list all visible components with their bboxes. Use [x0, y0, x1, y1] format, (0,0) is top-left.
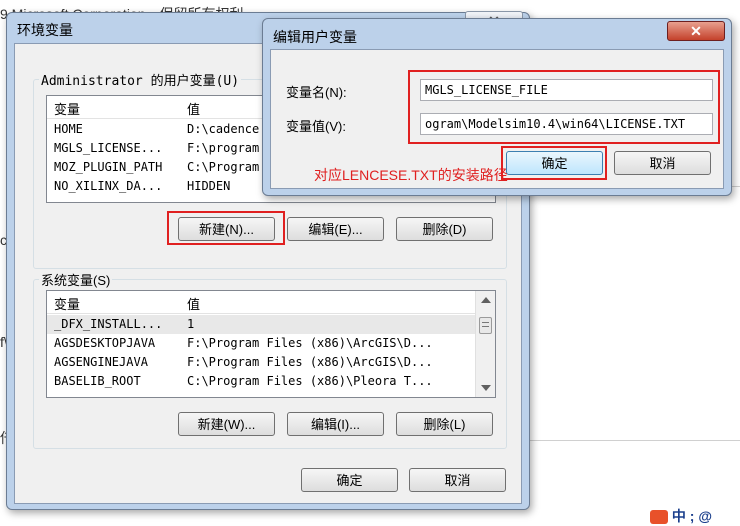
highlight-edit-ok-button [501, 146, 607, 180]
variable-name-label: 变量名(N): [286, 85, 347, 100]
variable-name: HOME [54, 122, 83, 136]
close-icon: ✕ [690, 23, 702, 39]
path-annotation: 对应LENCESE.TXT的安装路径 [314, 167, 508, 183]
list-item[interactable]: AGSENGINEJAVA F:\Program Files (x86)\ArcG… [47, 353, 495, 372]
system-list-scrollbar[interactable] [475, 291, 495, 397]
variable-value: C:\Program Files (x86)\Pleora T... [187, 374, 433, 388]
list-item[interactable]: BASELIB_ROOT C:\Program Files (x86)\Pleor… [47, 372, 495, 391]
system-delete-button[interactable]: 删除(L) [396, 412, 493, 436]
edit-dialog-title: 编辑用户变量 [273, 29, 357, 45]
highlight-user-new-button [167, 211, 285, 245]
variable-value: F:\program [187, 141, 260, 155]
taskbar-ime-indicator: 中 ; @ [650, 506, 712, 526]
env-ok-button[interactable]: 确定 [301, 468, 398, 492]
column-header-name[interactable]: 变量 [54, 99, 80, 118]
background-divider-2 [530, 440, 740, 441]
list-item[interactable]: _DFX_INSTALL... 1 [47, 315, 495, 334]
variable-name: _DFX_INSTALL... [54, 317, 163, 331]
variable-value: D:\cadence [187, 122, 260, 136]
sogou-logo-icon [650, 510, 668, 525]
variable-value: C:\Program [187, 160, 260, 174]
variable-name: AGSDESKTOPJAVA [54, 336, 156, 350]
scroll-grip-icon [482, 322, 489, 327]
variable-value: HIDDEN [187, 179, 231, 193]
scroll-thumb[interactable] [479, 317, 492, 334]
column-header-value[interactable]: 值 [187, 294, 200, 313]
scroll-up-arrow-icon[interactable] [481, 297, 491, 303]
system-new-button[interactable]: 新建(W)... [178, 412, 275, 436]
edit-close-button[interactable]: ✕ [667, 21, 725, 41]
column-header-value[interactable]: 值 [187, 99, 200, 118]
user-delete-button[interactable]: 删除(D) [396, 217, 493, 241]
env-cancel-button[interactable]: 取消 [409, 468, 506, 492]
system-variables-list[interactable]: 变量 值 _DFX_INSTALL... 1 AGSDESKTOPJAVA F:\Pr… [46, 290, 496, 398]
edit-user-variable-dialog: 编辑用户变量 ✕ 变量名(N): MGLS_LICENSE_FILE 变量值(V… [262, 18, 732, 196]
user-edit-button[interactable]: 编辑(E)... [287, 217, 384, 241]
list-item[interactable]: AGSDESKTOPJAVA F:\Program Files (x86)\Arc… [47, 334, 495, 353]
system-variables-label: 系统变量(S) [39, 270, 113, 289]
variable-name: BASELIB_ROOT [54, 374, 141, 388]
dialog-title: 环境变量 [17, 22, 73, 38]
variable-name: AGSENGINEJAVA [54, 355, 148, 369]
user-variables-label: Administrator 的用户变量(U) [39, 70, 242, 89]
variable-value: F:\Program Files (x86)\ArcGIS\D... [187, 355, 433, 369]
variable-name: MGLS_LICENSE... [54, 141, 163, 155]
system-edit-button[interactable]: 编辑(I)... [287, 412, 384, 436]
variable-value: 1 [187, 317, 195, 331]
variable-name: NO_XILINX_DA... [54, 179, 163, 193]
variable-value: F:\Program Files (x86)\ArcGIS\D... [187, 336, 433, 350]
scroll-down-arrow-icon[interactable] [481, 385, 491, 391]
edit-dialog-client: 变量名(N): MGLS_LICENSE_FILE 变量值(V): ogram\… [270, 49, 724, 189]
edit-cancel-button[interactable]: 取消 [614, 151, 711, 175]
system-list-header: 变量 值 [47, 291, 495, 314]
variable-name: MOZ_PLUGIN_PATH [54, 160, 163, 174]
highlight-variable-fields [408, 70, 720, 144]
column-header-name[interactable]: 变量 [54, 294, 80, 313]
variable-value-label: 变量值(V): [286, 119, 346, 134]
